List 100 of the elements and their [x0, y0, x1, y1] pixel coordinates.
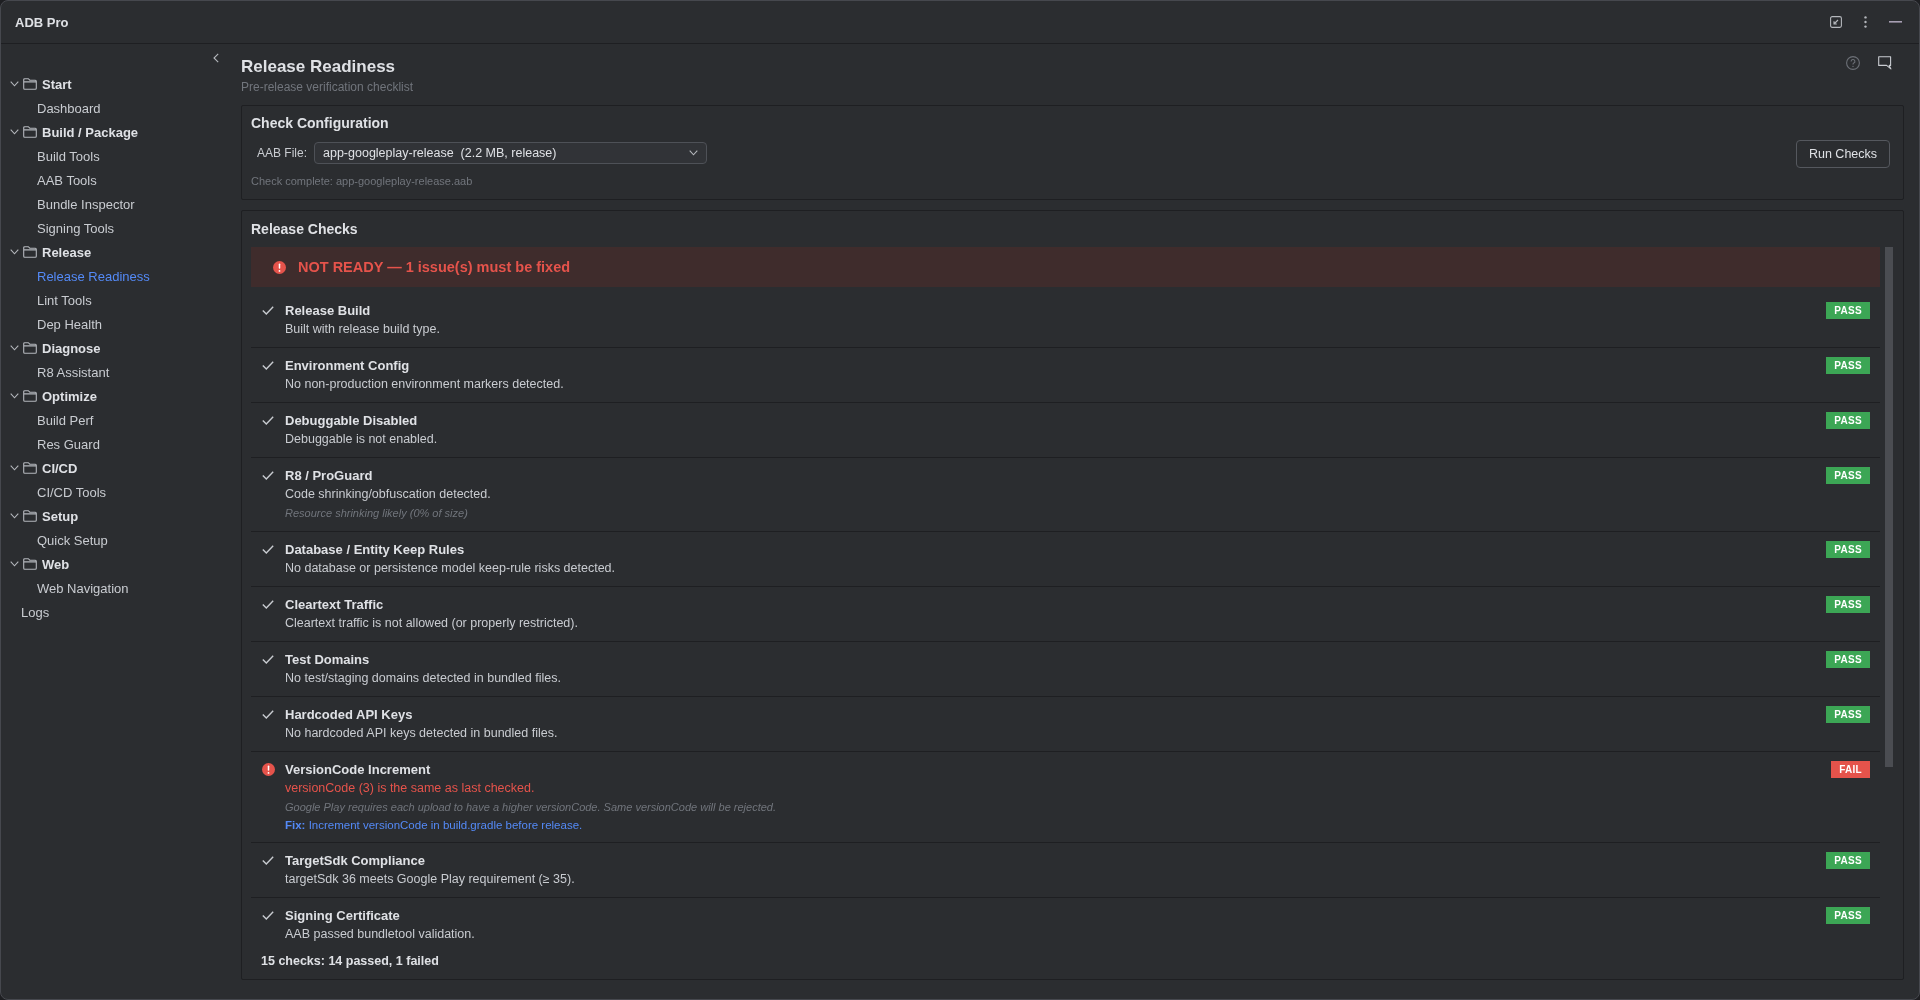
- chevron-down-icon: [10, 129, 19, 135]
- chevron-down-icon: [689, 150, 698, 156]
- check-title: Signing Certificate: [285, 907, 401, 925]
- nav-group[interactable]: Diagnose: [1, 336, 230, 360]
- check-icon: [262, 710, 274, 719]
- chevron-down-icon: [10, 393, 19, 399]
- status-badge: PASS: [1826, 467, 1870, 484]
- nav-item[interactable]: Logs: [1, 600, 230, 624]
- status-badge: PASS: [1826, 541, 1870, 558]
- nav-item[interactable]: Signing Tools: [1, 216, 230, 240]
- status-badge: PASS: [1826, 852, 1870, 869]
- nav-group[interactable]: Start: [1, 72, 230, 96]
- nav-item[interactable]: Lint Tools: [1, 288, 230, 312]
- folder-icon: [23, 342, 37, 354]
- fix-hint: Fix: Increment versionCode in build.gradle before release.: [285, 818, 584, 833]
- check-title: Database / Entity Keep Rules: [285, 541, 466, 559]
- check-description: No test/staging domains detected in bundled files.: [285, 670, 562, 687]
- nav-item[interactable]: CI/CD Tools: [1, 480, 230, 504]
- nav-item[interactable]: Build Tools: [1, 144, 230, 168]
- nav-item[interactable]: Release Readiness: [1, 264, 230, 288]
- status-badge: FAIL: [1831, 761, 1870, 778]
- check-description: versionCode (3) is the same as last checked.: [285, 780, 536, 797]
- folder-icon: [23, 78, 37, 90]
- folder-icon: [23, 510, 37, 522]
- exclamation-circle-icon: [261, 763, 275, 776]
- window-title: ADB Pro: [15, 14, 69, 30]
- nav-group[interactable]: Web: [1, 552, 230, 576]
- check-description: Debuggable is not enabled.: [285, 431, 439, 448]
- chevron-down-icon: [10, 561, 19, 567]
- square-arrow-icon[interactable]: [1830, 16, 1842, 28]
- check-description: Code shrinking/obfuscation detected.: [285, 486, 492, 503]
- check-title: Release Build: [285, 302, 372, 320]
- folder-icon: [23, 462, 37, 474]
- check-description: No non-production environment markers detected.: [285, 376, 565, 393]
- check-description: No hardcoded API keys detected in bundled files.: [285, 725, 559, 742]
- check-description: No database or persistence model keep-rule risks detected.: [285, 560, 617, 577]
- nav-group[interactable]: Setup: [1, 504, 230, 528]
- nav-item[interactable]: Quick Setup: [1, 528, 230, 552]
- status-badge: PASS: [1826, 706, 1870, 723]
- nav-item[interactable]: AAB Tools: [1, 168, 230, 192]
- nav-group[interactable]: CI/CD: [1, 456, 230, 480]
- status-badge: PASS: [1826, 412, 1870, 429]
- nav-item[interactable]: Build Perf: [1, 408, 230, 432]
- check-icon: [262, 306, 274, 315]
- check-title: Debuggable Disabled: [285, 412, 419, 430]
- run-checks-button[interactable]: Run Checks: [1796, 140, 1890, 168]
- check-icon: [262, 361, 274, 370]
- status-badge: PASS: [1826, 357, 1870, 374]
- help-icon[interactable]: [1846, 56, 1860, 70]
- nav-group[interactable]: Release: [1, 240, 230, 264]
- banner-message: NOT READY — 1 issue(s) must be fixed: [298, 259, 571, 275]
- check-icon: [262, 600, 274, 609]
- exclamation-circle-icon: [273, 260, 286, 274]
- check-icon: [262, 856, 274, 865]
- check-description: Cleartext traffic is not allowed (or properly restricted).: [285, 615, 579, 632]
- status-badge: PASS: [1826, 651, 1870, 668]
- check-title: TargetSdk Compliance: [285, 852, 426, 870]
- folder-icon: [23, 558, 37, 570]
- chevron-down-icon: [10, 513, 19, 519]
- collapse-sidebar-icon[interactable]: [213, 53, 219, 63]
- status-badge: PASS: [1826, 596, 1870, 613]
- more-icon[interactable]: [1864, 16, 1867, 28]
- nav-item[interactable]: Bundle Inspector: [1, 192, 230, 216]
- page-subtitle: Pre-release verification checklist: [241, 79, 414, 95]
- nav-item[interactable]: Dashboard: [1, 96, 230, 120]
- check-title: VersionCode Increment: [285, 761, 432, 779]
- status-badge: PASS: [1826, 907, 1870, 924]
- folder-icon: [23, 246, 37, 258]
- check-description: Built with release build type.: [285, 321, 441, 338]
- nav-item[interactable]: Web Navigation: [1, 576, 230, 600]
- check-icon: [262, 545, 274, 554]
- check-note: Resource shrinking likely (0% of size): [285, 506, 469, 521]
- chevron-down-icon: [10, 345, 19, 351]
- status-text: Check complete: app-googleplay-release.aab: [251, 174, 474, 189]
- nav-item[interactable]: Res Guard: [1, 432, 230, 456]
- chevron-down-icon: [10, 465, 19, 471]
- chevron-down-icon: [10, 249, 19, 255]
- scrollbar-thumb[interactable]: [1885, 247, 1893, 767]
- comment-icon[interactable]: [1878, 56, 1892, 70]
- card-title: Release Checks: [251, 220, 359, 239]
- check-title: Test Domains: [285, 651, 371, 669]
- check-icon: [262, 655, 274, 664]
- chevron-down-icon: [10, 81, 19, 87]
- folder-icon: [23, 390, 37, 402]
- check-note: Google Play requires each upload to have a higher versionCode. Same versionCode will be rejected.: [285, 800, 777, 815]
- check-icon: [262, 471, 274, 480]
- nav-group[interactable]: Optimize: [1, 384, 230, 408]
- nav-item[interactable]: Dep Health: [1, 312, 230, 336]
- check-icon: [262, 416, 274, 425]
- checks-summary: 15 checks: 14 passed, 1 failed: [260, 953, 440, 969]
- nav-item[interactable]: R8 Assistant: [1, 360, 230, 384]
- card-title: Check Configuration: [251, 114, 390, 133]
- check-title: Environment Config: [285, 357, 411, 375]
- check-title: Cleartext Traffic: [285, 596, 385, 614]
- check-title: R8 / ProGuard: [285, 467, 374, 485]
- check-title: Hardcoded API Keys: [285, 706, 414, 724]
- folder-icon: [23, 126, 37, 138]
- aab-file-select[interactable]: app-googleplay-release (2.2 MB, release): [314, 142, 707, 164]
- nav-group[interactable]: Build / Package: [1, 120, 230, 144]
- field-label: AAB File:: [257, 146, 307, 160]
